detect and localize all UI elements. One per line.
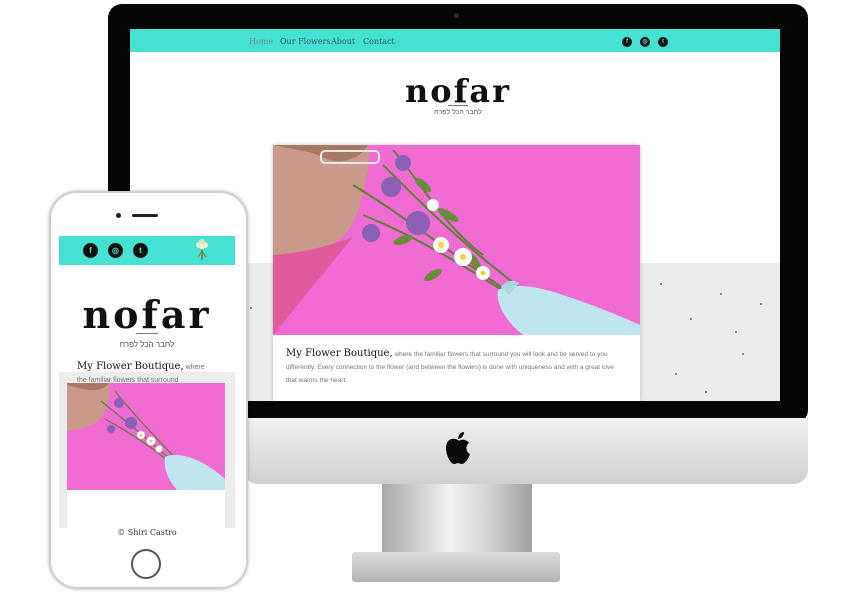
nav-link-contact[interactable]: Contact [363, 37, 395, 46]
iphone-speaker [132, 214, 158, 217]
imac-stand-foot [352, 552, 560, 582]
flower-bouquet-icon[interactable] [193, 239, 211, 261]
nav-link-our-flowers[interactable]: Our Flowers [280, 37, 331, 46]
nav-link-about[interactable]: About [331, 37, 355, 46]
copyright-footer: © Shiri Castro [59, 528, 235, 541]
iphone-home-button [131, 549, 161, 579]
hero-photo-illustration [273, 145, 640, 335]
desktop-hero-card: My Flower Boutique, where the familiar f… [273, 145, 640, 401]
twitter-icon[interactable]: t [133, 243, 148, 258]
imac-camera [454, 13, 459, 18]
mobile-logo-tagline: לחבר הכל לפרח [119, 340, 175, 349]
mobile-intro-text: My Flower Boutique, where the familiar f… [77, 360, 207, 387]
mobile-nav-bar: f ◎ t [59, 236, 235, 265]
mobile-intro-heading: My Flower Boutique, [77, 361, 184, 372]
desktop-nav-bar: Home Our Flowers About Contact f ◎ t [130, 29, 780, 52]
iphone-camera [116, 213, 121, 218]
logo-name: nofar [405, 72, 511, 110]
nav-link-home[interactable]: Home [249, 37, 273, 46]
mobile-hero-photo [67, 383, 225, 490]
mobile-website: f ◎ t nofar לחבר הכל לפרח My Flower Bout… [59, 236, 235, 541]
mobile-logo-divider [136, 333, 158, 334]
mobile-logo-name[interactable]: nofar [59, 296, 235, 334]
apple-logo-icon [446, 432, 470, 464]
intro-heading: My Flower Boutique, [286, 348, 393, 359]
instagram-icon[interactable]: ◎ [640, 37, 650, 47]
instagram-icon[interactable]: ◎ [108, 243, 123, 258]
facebook-icon[interactable]: f [83, 243, 98, 258]
desktop-intro-text: My Flower Boutique, where the familiar f… [286, 347, 624, 387]
twitter-icon[interactable]: t [658, 37, 668, 47]
facebook-icon[interactable]: f [622, 37, 632, 47]
imac-chin [244, 418, 808, 484]
hero-photo [273, 145, 640, 335]
mobile-hero-card [67, 383, 225, 541]
logo-divider [448, 105, 468, 106]
imac-stand-neck [382, 484, 532, 552]
logo-tagline: לחבר הכל לפרח [434, 109, 482, 116]
mobile-hero-photo-illustration [67, 383, 225, 490]
desktop-logo[interactable]: nofar לחבר הכל לפרח [396, 73, 520, 121]
